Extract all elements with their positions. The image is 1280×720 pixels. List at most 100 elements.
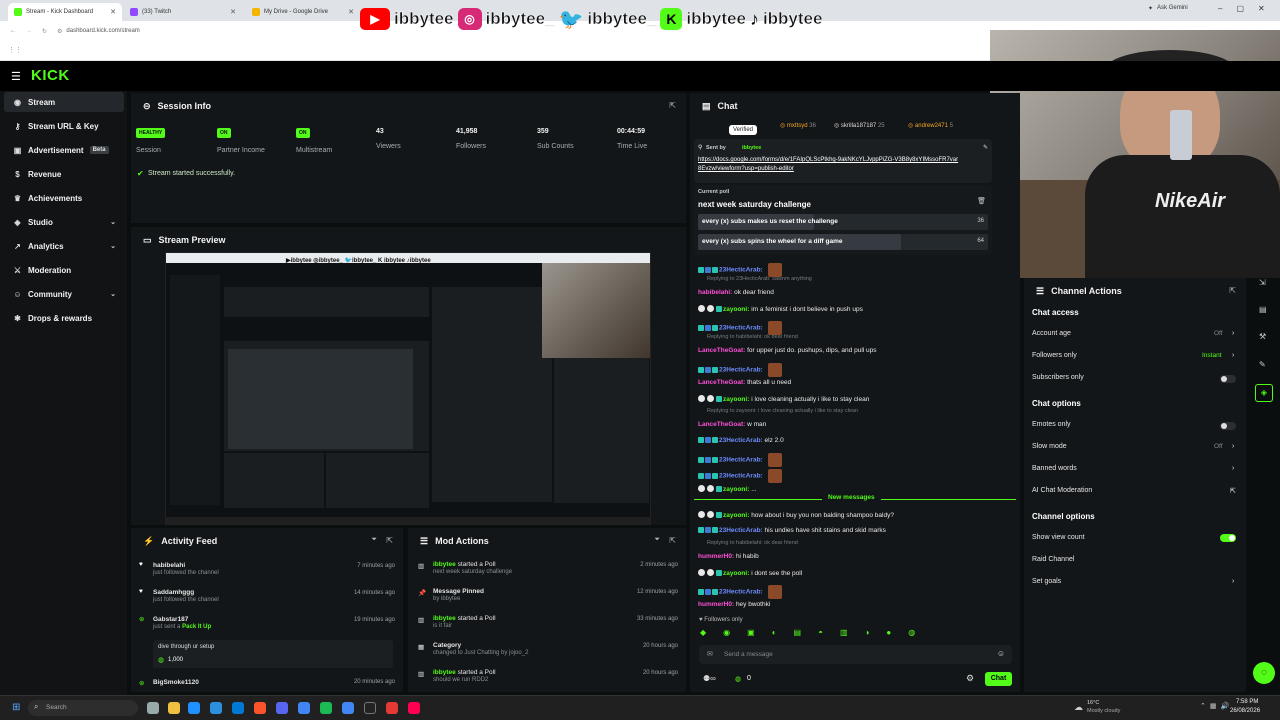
window-controls[interactable]: –▢✕ [1218,4,1279,13]
stream-preview-video[interactable]: ▶ibbytee ◎ibbytee_ 🐦ibbytee_ K ibbytee ♪… [165,252,651,525]
chat-message[interactable]: LanceTheGoat: thats all u need [698,379,791,386]
chat-message[interactable]: 23HecticArab: [698,469,782,483]
poll-option[interactable]: every (x) subs spins the wheel for a dif… [698,234,988,250]
windows-start-icon[interactable]: ⊞ [12,702,20,713]
chat-username[interactable]: 23HecticArab: [719,457,763,464]
account-age-setting[interactable]: Account age Off › [1032,330,1238,337]
chat-username[interactable]: LanceTheGoat: [698,421,745,428]
chat-message[interactable]: 23HecticArab: [698,321,782,335]
emotes-only-toggle[interactable] [1220,422,1236,430]
top-gifter-2[interactable]: ◎ skrilla187187 25 [834,122,885,129]
menu-icon[interactable]: ☰ [11,70,21,83]
chat-username[interactable]: zayooni: [723,396,749,403]
top-gifter-1[interactable]: ◎ mxttsyd 36 [780,122,816,129]
emote-icon[interactable]: ▤ [794,628,802,641]
set-goals-setting[interactable]: Set goals › [1032,578,1238,585]
edge-icon[interactable] [188,702,200,714]
followers-only-setting[interactable]: Followers only Instant › [1032,352,1238,359]
chat-username[interactable]: 23HecticArab: [719,473,763,480]
tab-twitch[interactable]: (33) Twitch ✕ [124,3,242,21]
chat-message[interactable]: zayooni: im a feminist i dont believe in… [698,305,863,313]
chat-username[interactable]: 23HecticArab: [719,527,763,534]
new-messages-divider[interactable]: New messages [694,494,1016,504]
back-icon[interactable]: ← [10,28,16,34]
chat-message[interactable]: 23HecticArab: elz 2.0 [698,437,784,444]
sidebar-item-achievements[interactable]: ♛ Achievements [4,188,124,208]
emote-icon[interactable]: ◐ [772,628,777,641]
ask-gemini-button[interactable]: ✦ Ask Gemini [1148,5,1188,12]
sidebar-item-studio[interactable]: ◈ Studio ⌄ [4,212,124,232]
obs-icon[interactable] [364,702,376,714]
emote-icon[interactable]: ◍ [908,628,915,641]
chat-message[interactable]: hummerH0: hey bwothki [698,601,770,608]
taskview-icon[interactable] [147,702,159,714]
tab-google-drive[interactable]: My Drive - Google Drive ✕ [246,3,360,21]
chat-username[interactable]: zayooni: [723,570,749,577]
system-tray-icons[interactable]: ⌃▦🔊 [1200,702,1233,710]
popout-icon[interactable]: ⇱ [669,101,676,110]
raid-channel-setting[interactable]: Raid Channel [1032,556,1074,563]
apps-icon[interactable]: ⋮⋮ [8,46,22,54]
chat-username[interactable]: LanceTheGoat: [698,347,745,354]
subscribers-only-toggle[interactable] [1220,375,1236,383]
kick-logo[interactable]: KICK [31,67,70,84]
emote-icon[interactable]: ◓ [818,628,823,641]
chat-username[interactable]: hummerH0: [698,553,734,560]
url-field[interactable]: dashboard.kick.com/stream [66,28,139,34]
sidebar-item-community[interactable]: ☺ Community ⌄ [4,284,124,304]
taskbar-search[interactable]: ⌕ Search [28,700,138,716]
chat-message[interactable]: zayooni: i dont see the poll [698,569,802,577]
chat-username[interactable]: zayooni: [723,512,749,519]
mail-icon[interactable] [232,702,244,714]
chat-username[interactable]: 23HecticArab: [719,589,763,596]
sidebar-item-analytics[interactable]: ↗ Analytics ⌄ [4,236,124,256]
chat-message[interactable]: 23HecticArab: his undies have shit stain… [698,527,886,534]
chat-message[interactable]: 23HecticArab: [698,453,782,467]
show-view-count-toggle[interactable] [1220,534,1236,542]
chat-username[interactable]: 23HecticArab: [719,267,763,274]
chat-username[interactable]: zayooni: [723,486,749,493]
chrome-icon[interactable] [298,702,310,714]
site-info-icon[interactable]: ⚙ [57,28,62,35]
chat-message[interactable]: zayooni: how about i buy you non balding… [698,511,894,519]
emote-icon[interactable]: ◑ [865,628,870,641]
chat-username[interactable]: LanceTheGoat: [698,379,745,386]
filter-icon[interactable]: ⏷ [654,536,660,544]
chat-username[interactable]: hummerH0: [698,601,734,608]
sidebar-item-stream[interactable]: ◉ Stream [4,92,124,112]
sidebar-item-drops-rewards[interactable]: ✱ Drops & rewards [4,308,124,328]
popout-icon[interactable]: ⇱ [386,536,393,545]
send-chat-button[interactable]: Chat [985,672,1012,686]
top-gifter-3[interactable]: ◎ andrew2471 5 [908,122,953,129]
pinned-link[interactable]: https://docs.google.com/forms/d/e/1FAIpQ… [698,156,960,175]
ai-chat-moderation-setting[interactable]: AI Chat Moderation ⇱ [1032,487,1238,495]
tiktok-live-icon[interactable] [408,702,420,714]
channel-actions-icon[interactable]: ✎ [1259,360,1266,369]
sidebar-item-advertisement[interactable]: ▣ Advertisement Beta [4,140,124,160]
chat-message[interactable]: LanceTheGoat: for upper just do. pushups… [698,347,877,354]
file-explorer-icon[interactable] [168,702,180,714]
poll-option[interactable]: every (x) subs makes us reset the challe… [698,214,988,230]
expand-icon[interactable]: ⇲ [1259,278,1266,287]
close-icon[interactable]: ✕ [230,8,236,16]
discord-icon[interactable] [276,702,288,714]
chat-message[interactable]: 23HecticArab: [698,585,782,599]
sidebar-item-moderation[interactable]: ⚔ Moderation [4,260,124,280]
chat-message[interactable]: zayooni: i love cleaning actually i like… [698,395,869,403]
settings-gear-icon[interactable]: ⚙ [966,673,974,684]
close-icon[interactable]: ✕ [348,8,354,16]
chat-username[interactable]: zayooni: [723,306,749,313]
spotify-icon[interactable] [320,702,332,714]
chrome-profile-icon[interactable] [342,702,354,714]
chat-username[interactable]: habibelahi: [698,289,732,296]
sidebar-item-stream-url-key[interactable]: ⚷ Stream URL & Key [4,116,124,136]
mod-tools-icon[interactable]: ⚒ [1259,332,1266,341]
community-icon[interactable]: ⚉∞ [703,674,716,683]
emote-icon[interactable]: ◉ [723,628,730,641]
unpin-icon[interactable]: ✎ [983,144,988,151]
chat-message[interactable]: 23HecticArab: [698,363,782,377]
help-chat-icon[interactable]: ◌ [1253,662,1275,684]
chat-username[interactable]: 23HecticArab: [719,437,763,444]
emote-icon[interactable]: ▣ [747,628,755,641]
brave-icon[interactable] [254,702,266,714]
